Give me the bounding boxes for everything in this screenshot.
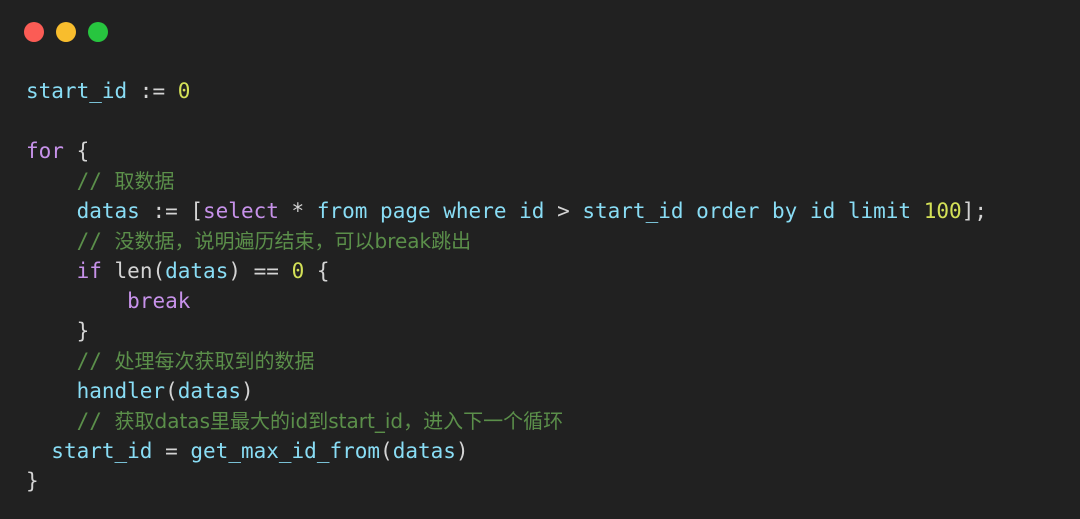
code-token: 处理每次获取到的数据 <box>114 349 315 373</box>
code-token: len <box>114 259 153 283</box>
code-token: // <box>76 349 115 373</box>
code-token: if <box>76 259 102 283</box>
code-snippet-window: start_id := 0 for { // 取数据 datas := [sel… <box>0 0 1080 519</box>
code-token: } <box>26 469 39 493</box>
code-token: > <box>544 199 583 223</box>
maximize-window-button[interactable] <box>88 22 108 42</box>
code-line: handler(datas) <box>26 376 1080 406</box>
code-line: start_id = get_max_id_from(datas) <box>26 436 1080 466</box>
code-token: } <box>26 319 90 343</box>
code-token: 没数据，说明遍历结束，可以break跳出 <box>114 229 472 253</box>
code-token: ) <box>455 439 469 463</box>
code-token: get_max_id_from <box>190 439 381 463</box>
code-token: ]; <box>961 199 987 223</box>
code-token: for <box>26 139 64 163</box>
code-token: ( <box>380 439 393 463</box>
code-line: // 处理每次获取到的数据 <box>26 346 1080 376</box>
code-token: 100 <box>923 199 962 223</box>
code-line: // 没数据，说明遍历结束，可以break跳出 <box>26 226 1080 256</box>
code-line: } <box>26 466 1080 496</box>
code-token: := <box>127 79 178 103</box>
code-token: ) == <box>228 259 292 283</box>
code-token: ( <box>165 379 178 403</box>
minimize-window-button[interactable] <box>56 22 76 42</box>
code-line: datas := [select * from page where id > … <box>26 196 1080 226</box>
code-token: ) <box>240 379 254 403</box>
code-token: datas <box>76 199 140 223</box>
code-token: // <box>76 169 115 193</box>
code-token: 取数据 <box>114 169 175 193</box>
code-line: start_id := 0 <box>26 76 1080 106</box>
code-token: = <box>152 439 191 463</box>
code-token: start_id <box>51 439 153 463</box>
code-line: } <box>26 316 1080 346</box>
code-line: break <box>26 286 1080 316</box>
code-token: ( <box>152 259 166 283</box>
code-token: { <box>304 259 330 283</box>
code-line: for { <box>26 136 1080 166</box>
code-token: handler <box>76 379 166 403</box>
code-token: { <box>63 139 90 163</box>
code-token: select <box>203 199 279 223</box>
code-token: datas <box>177 379 241 403</box>
code-token: 0 <box>177 79 191 103</box>
code-token: from page where id <box>316 199 545 223</box>
close-window-button[interactable] <box>24 22 44 42</box>
code-token: start_id <box>26 79 128 103</box>
code-token: := [ <box>139 199 204 223</box>
code-block: start_id := 0 for { // 取数据 datas := [sel… <box>26 76 1080 496</box>
code-line: // 取数据 <box>26 166 1080 196</box>
code-token: * <box>291 199 305 223</box>
code-token: start_id order by id limit <box>582 199 912 223</box>
code-token: 0 <box>291 259 305 283</box>
code-line: // 获取datas里最大的id到start_id，进入下一个循环 <box>26 406 1080 436</box>
code-token: // <box>76 229 115 253</box>
code-token: 获取datas里最大的id到start_id，进入下一个循环 <box>114 409 564 433</box>
code-line: if len(datas) == 0 { <box>26 256 1080 286</box>
code-token: break <box>127 289 191 313</box>
window-controls <box>24 22 108 42</box>
code-token: datas <box>165 259 229 283</box>
code-token: datas <box>392 439 456 463</box>
code-token: // <box>76 409 115 433</box>
